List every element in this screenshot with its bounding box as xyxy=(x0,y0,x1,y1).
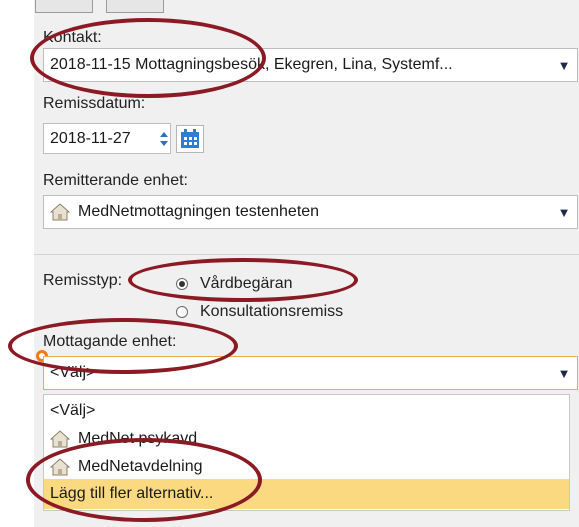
remissdatum-value: 2018-11-27 xyxy=(50,129,131,147)
dropdown-option-mednetavdelning[interactable]: MedNetavdelning xyxy=(44,453,569,481)
radio-vardbegaran[interactable] xyxy=(176,278,188,290)
kontakt-label: Kontakt: xyxy=(43,29,102,46)
dropdown-option-lagg-till[interactable]: Lägg till fler alternativ... xyxy=(44,479,569,509)
home-icon xyxy=(50,458,70,476)
remitterande-enhet-select[interactable]: MedNetmottagningen testenheten ▼ xyxy=(43,195,578,229)
remitterande-enhet-label: Remitterande enhet: xyxy=(43,172,188,189)
option-label: MedNetavdelning xyxy=(78,458,203,475)
chevron-down-icon: ▼ xyxy=(557,57,571,73)
toolbar-button-partial[interactable] xyxy=(35,0,93,13)
toolbar-button-partial[interactable] xyxy=(106,0,164,13)
mottagande-enhet-dropdown: <Välj> MedNet psykavd MedNetavdelning Lä… xyxy=(43,394,570,511)
remissdatum-label: Remissdatum: xyxy=(43,95,146,112)
option-label: <Välj> xyxy=(50,402,96,419)
option-label: Lägg till fler alternativ... xyxy=(50,485,214,502)
radio-selected-dot xyxy=(179,281,185,287)
radio-konsultationsremiss-label[interactable]: Konsultationsremiss xyxy=(200,303,343,321)
remissdatum-input[interactable]: 2018-11-27 xyxy=(43,123,171,154)
kontakt-select[interactable]: 2018-11-15 Mottagningsbesök, Ekegren, Li… xyxy=(43,48,578,82)
chevron-down-icon: ▼ xyxy=(557,365,571,381)
radio-vardbegaran-label[interactable]: Vårdbegäran xyxy=(200,275,293,293)
dropdown-option-valj[interactable]: <Välj> xyxy=(44,397,569,425)
kontakt-value: 2018-11-15 Mottagningsbesök, Ekegren, Li… xyxy=(50,56,453,73)
chevron-down-icon: ▼ xyxy=(557,204,571,220)
section-divider xyxy=(34,254,579,255)
spinner-icon[interactable] xyxy=(158,128,170,150)
remisstyp-label: Remisstyp: xyxy=(43,272,123,289)
mottagande-enhet-select[interactable]: <Välj> ▼ xyxy=(43,356,578,390)
remitterande-enhet-value: MedNetmottagningen testenheten xyxy=(78,203,320,220)
calendar-icon xyxy=(181,129,199,148)
calendar-button[interactable] xyxy=(176,125,204,153)
mottagande-enhet-value: <Välj> xyxy=(50,364,96,381)
dropdown-option-mednet-psykavd[interactable]: MedNet psykavd xyxy=(44,425,569,453)
home-icon xyxy=(50,430,70,448)
option-label: MedNet psykavd xyxy=(78,430,198,447)
home-icon xyxy=(50,203,70,221)
radio-konsultationsremiss[interactable] xyxy=(176,306,188,318)
mottagande-enhet-label: Mottagande enhet: xyxy=(43,333,177,350)
